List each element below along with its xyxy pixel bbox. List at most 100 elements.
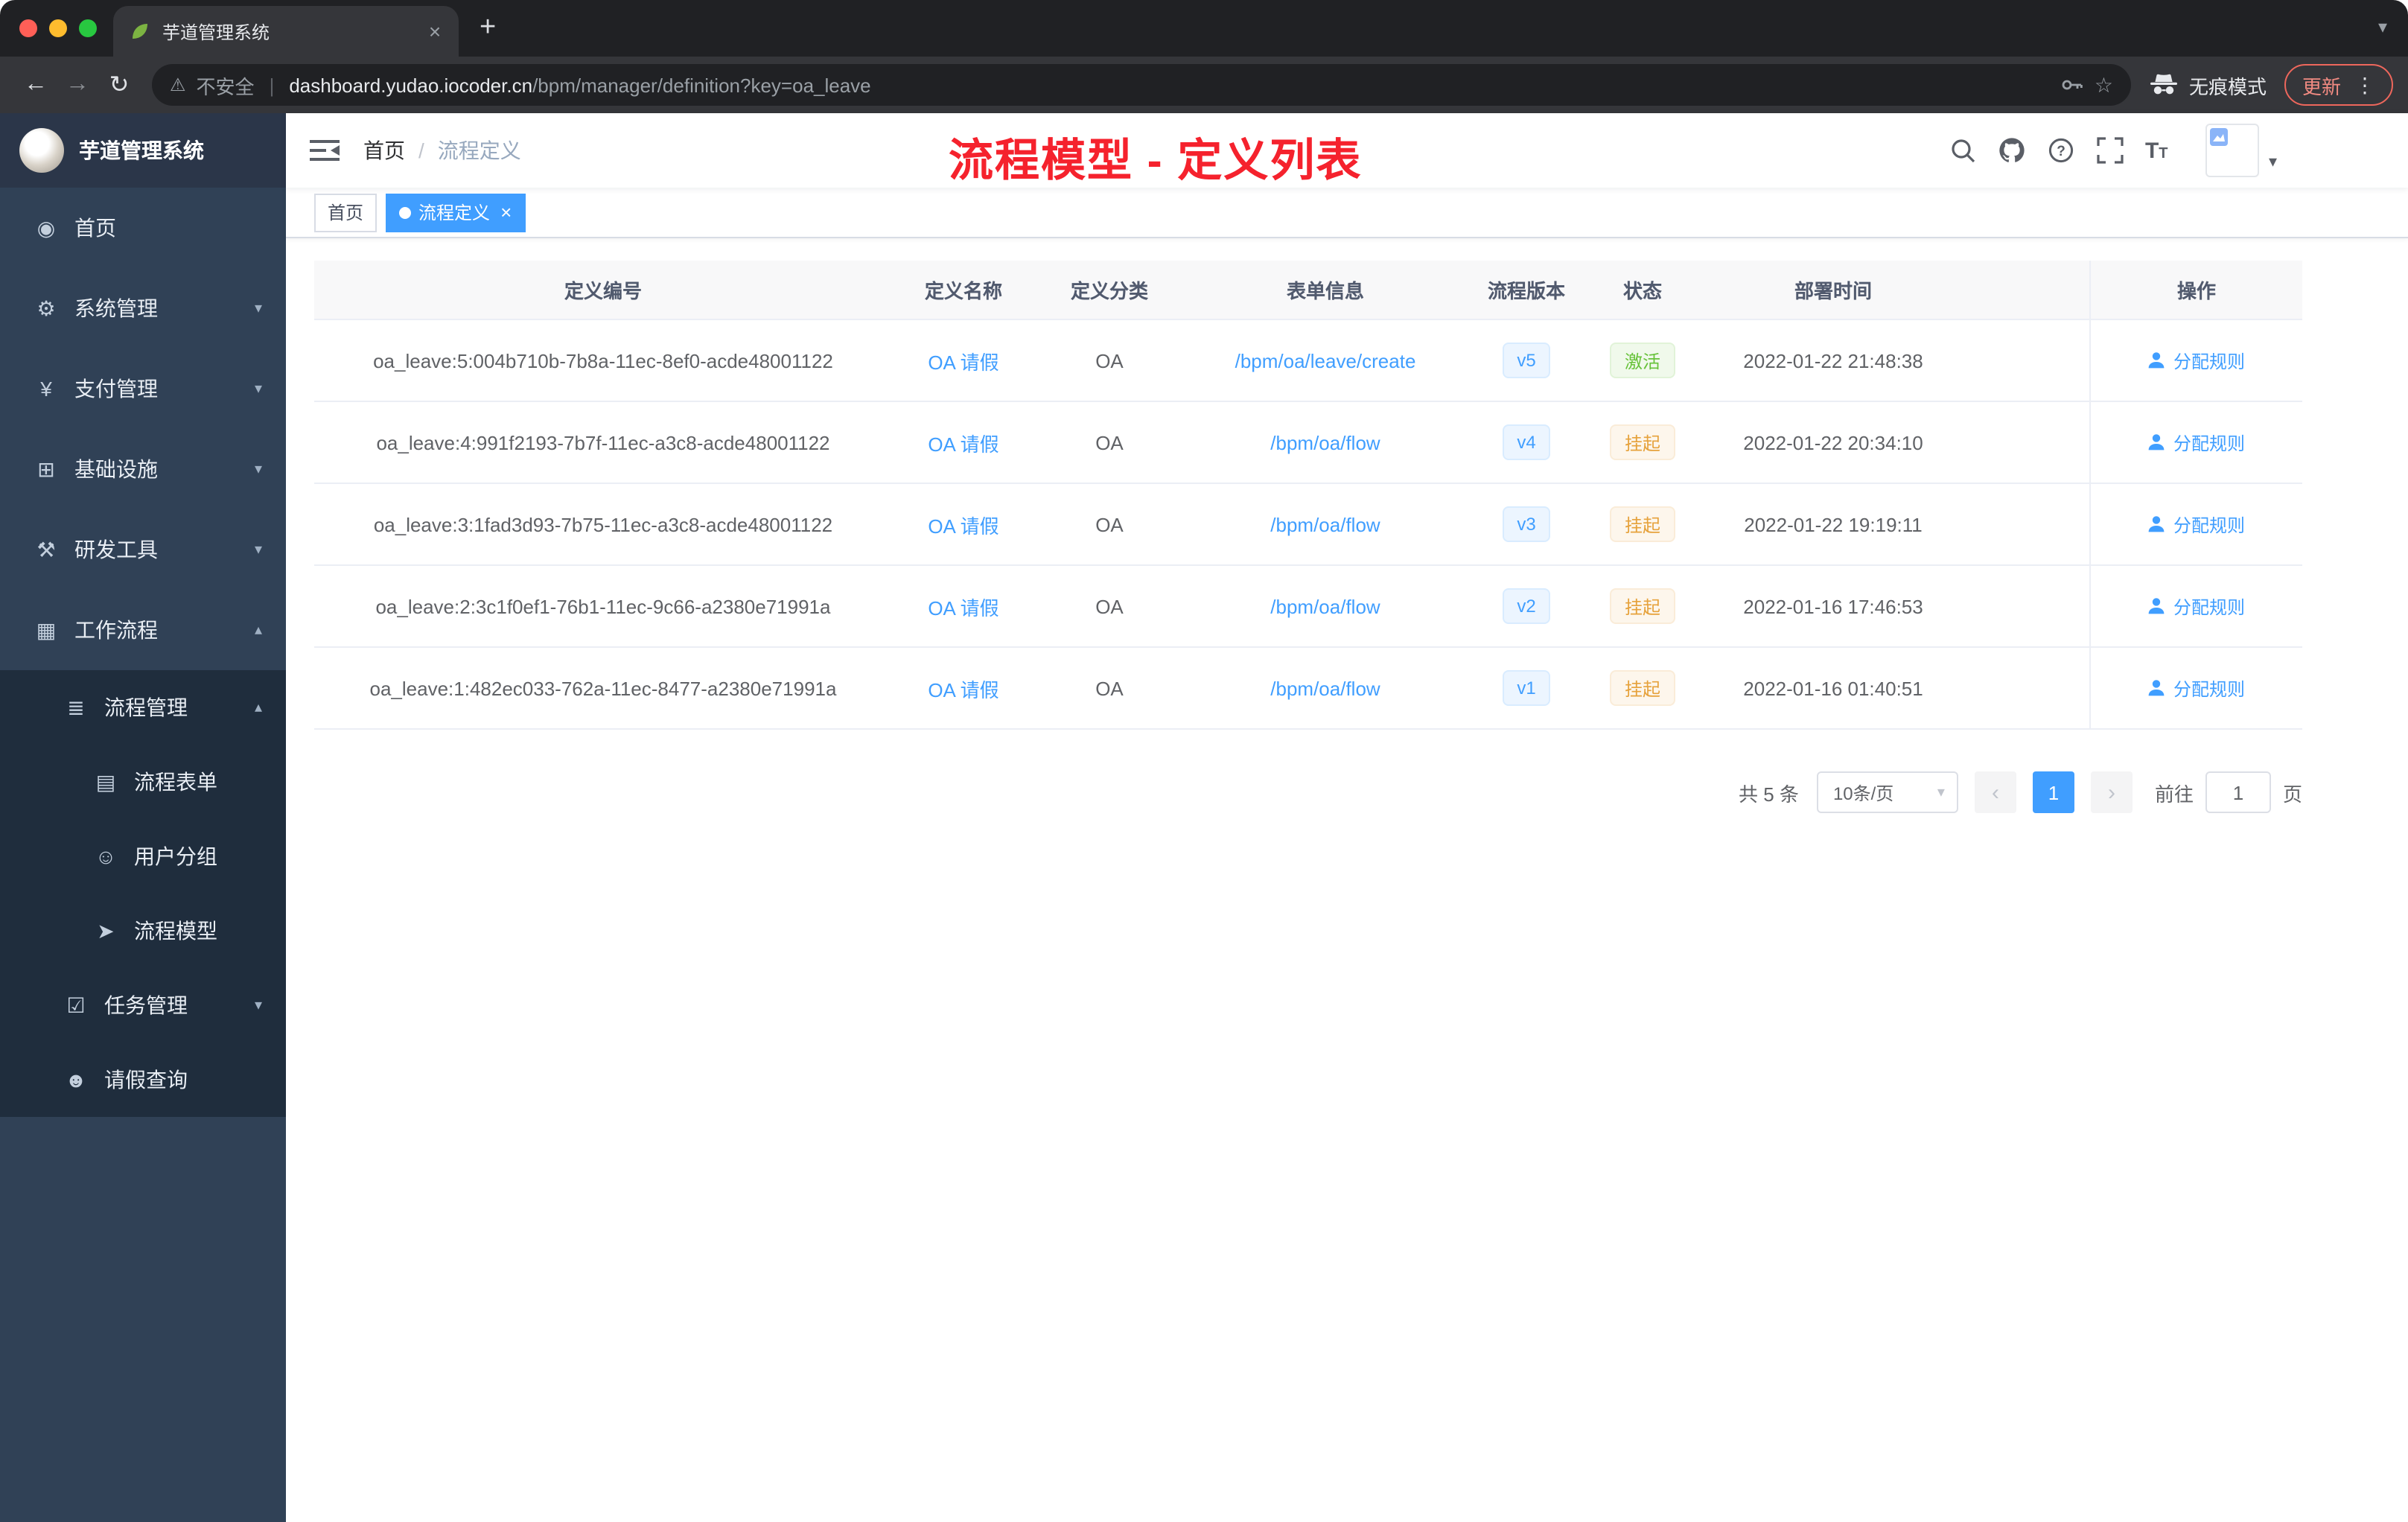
version-tag: v5 [1502, 343, 1551, 378]
avatar[interactable] [2205, 124, 2260, 177]
tags-view-bar: 首页 流程定义 × [286, 188, 2408, 238]
status-tag: 激活 [1609, 343, 1675, 378]
page-size-select[interactable]: 10条/页 ▾ [1816, 771, 1958, 813]
tag-home[interactable]: 首页 [314, 193, 378, 232]
browser-menu-icon[interactable]: ⋮ [2354, 72, 2375, 98]
sidebar-item-process-model[interactable]: ➤ 流程模型 [0, 894, 286, 968]
breadcrumb-home[interactable]: 首页 [363, 136, 405, 165]
sidebar-item-leave-query[interactable]: ☻ 请假查询 [0, 1042, 286, 1117]
new-tab-button[interactable]: + [480, 13, 496, 43]
table-row: oa_leave:5:004b710b-7b8a-11ec-8ef0-acde4… [314, 320, 2302, 402]
definition-name-link[interactable]: OA 请假 [928, 674, 998, 702]
font-size-icon[interactable]: TT [2145, 138, 2181, 163]
assign-rule-link[interactable]: 分配规则 [2148, 512, 2245, 537]
url-path: /bpm/manager/definition?key=oa_leave [532, 74, 871, 96]
page-size-value: 10条/页 [1832, 783, 1894, 803]
form-link[interactable]: /bpm/oa/flow [1270, 431, 1380, 453]
assign-rule-link[interactable]: 分配规则 [2148, 593, 2245, 619]
form-link[interactable]: /bpm/oa/flow [1270, 513, 1380, 535]
sidebar-item-devtools[interactable]: ⚒ 研发工具 ▾ [0, 509, 286, 590]
back-button[interactable]: ← [15, 64, 57, 106]
password-key-icon[interactable] [2060, 73, 2084, 97]
assign-rule-link[interactable]: 分配规则 [2148, 675, 2245, 701]
cell-definition-id: oa_leave:2:3c1f0ef1-76b1-11ec-9c66-a2380… [375, 595, 831, 617]
github-icon[interactable] [1998, 136, 2028, 165]
chevron-up-icon: ▴ [254, 699, 262, 716]
definition-name-link[interactable]: OA 请假 [928, 592, 998, 620]
assign-rule-link[interactable]: 分配规则 [2148, 430, 2245, 455]
definition-name-link[interactable]: OA 请假 [928, 346, 998, 375]
zoom-window-button[interactable] [79, 19, 97, 37]
cell-category: OA [1095, 595, 1124, 617]
browser-update-button[interactable]: 更新 ⋮ [2284, 64, 2393, 106]
sidebar-item-payment-management[interactable]: ¥ 支付管理 ▾ [0, 348, 286, 429]
broken-image-icon [2210, 128, 2229, 146]
tab-close-icon[interactable]: × [423, 19, 447, 43]
fullscreen-icon[interactable] [2096, 136, 2126, 165]
browser-window: 芋道管理系统 × + ▾ ← → ↻ ⚠ 不安全 | dashboard.yud… [0, 0, 2408, 1522]
tab-favicon [133, 24, 147, 39]
breadcrumb-current: 流程定义 [437, 138, 521, 162]
form-link[interactable]: /bpm/oa/leave/create [1235, 349, 1416, 372]
sidebar-item-home[interactable]: ◉ 首页 [0, 188, 286, 268]
column-header-form: 表单信息 [1286, 280, 1364, 302]
avatar-caret-icon[interactable]: ▾ [2269, 151, 2277, 171]
prev-page-button[interactable]: ‹ [1974, 771, 2016, 813]
incognito-icon [2150, 74, 2177, 95]
definition-name-link[interactable]: OA 请假 [928, 510, 998, 538]
page-number-button[interactable]: 1 [2032, 771, 2074, 813]
form-link[interactable]: /bpm/oa/flow [1270, 677, 1380, 699]
close-window-button[interactable] [19, 19, 37, 37]
column-header-name: 定义名称 [924, 280, 1002, 302]
address-bar[interactable]: ⚠ 不安全 | dashboard.yudao.iocoder.cn/bpm/m… [152, 64, 2131, 106]
cell-category: OA [1095, 677, 1124, 699]
sidebar-item-task-management[interactable]: ☑ 任务管理 ▾ [0, 968, 286, 1042]
bookmark-star-icon[interactable]: ☆ [2095, 72, 2113, 98]
sidebar-item-workflow[interactable]: ▦ 工作流程 ▴ [0, 590, 286, 670]
sidebar-item-label: 研发工具 [74, 538, 158, 561]
logo-title: 芋道管理系统 [79, 138, 204, 162]
forward-button[interactable]: → [57, 64, 98, 106]
search-icon[interactable] [1949, 136, 1978, 165]
sidebar-collapse-button[interactable] [310, 136, 340, 165]
tab-search-chevron-icon[interactable]: ▾ [2378, 16, 2387, 37]
app-root: 芋道管理系统 ◉ 首页 ⚙ 系统管理 ▾ ¥ 支付管理 ▾ ⊞ 基础设施 ▾ ⚒… [0, 113, 2408, 1522]
form-link[interactable]: /bpm/oa/flow [1270, 595, 1380, 617]
model-icon: ➤ [97, 918, 115, 942]
sidebar-logo[interactable]: 芋道管理系统 [0, 113, 286, 188]
form-icon: ▤ [95, 769, 116, 793]
reload-button[interactable]: ↻ [98, 64, 140, 106]
cell-definition-id: oa_leave:1:482ec033-762a-11ec-8477-a2380… [369, 677, 837, 699]
sidebar-item-infrastructure[interactable]: ⊞ 基础设施 ▾ [0, 429, 286, 509]
next-page-button[interactable]: › [2090, 771, 2133, 813]
sidebar-item-process-form[interactable]: ▤ 流程表单 [0, 745, 286, 819]
active-tag-dot [399, 206, 412, 218]
status-tag: 挂起 [1609, 670, 1675, 706]
cell-definition-id: oa_leave:5:004b710b-7b8a-11ec-8ef0-acde4… [373, 349, 833, 372]
user-icon [2149, 680, 2165, 696]
tag-close-icon[interactable]: × [500, 203, 512, 222]
logo-avatar [19, 128, 64, 173]
url-text: dashboard.yudao.iocoder.cn/bpm/manager/d… [289, 74, 870, 96]
browser-tab[interactable]: 芋道管理系统 × [113, 6, 459, 57]
url-host: dashboard.yudao.iocoder.cn [289, 74, 533, 96]
omnibox-divider: | [269, 74, 275, 96]
tag-label: 流程定义 [418, 203, 491, 223]
tag-process-definition[interactable]: 流程定义 × [386, 193, 526, 232]
workflow-submenu: ≣ 流程管理 ▴ ▤ 流程表单 ☺ 用户分组 ➤ 流程模型 ☑ 任务管理 ▾ ☻… [0, 670, 286, 1117]
breadcrumb: 首页 / 流程定义 [363, 136, 521, 165]
security-label: 不安全 [196, 75, 255, 98]
sidebar-item-label: 任务管理 [104, 993, 188, 1017]
column-header-version: 流程版本 [1487, 280, 1565, 302]
sidebar-item-system-management[interactable]: ⚙ 系统管理 ▾ [0, 268, 286, 348]
table-row: oa_leave:3:1fad3d93-7b75-11ec-a3c8-acde4… [314, 484, 2302, 566]
sidebar-item-user-group[interactable]: ☺ 用户分组 [0, 819, 286, 894]
help-icon[interactable]: ? [2047, 136, 2077, 165]
assign-rule-link[interactable]: 分配规则 [2148, 348, 2245, 373]
definition-name-link[interactable]: OA 请假 [928, 428, 998, 456]
goto-page-input[interactable] [2205, 771, 2271, 813]
sidebar-item-process-management[interactable]: ≣ 流程管理 ▴ [0, 670, 286, 745]
table-row: oa_leave:4:991f2193-7b7f-11ec-a3c8-acde4… [314, 402, 2302, 484]
minimize-window-button[interactable] [49, 19, 67, 37]
incognito-label: 无痕模式 [2188, 75, 2267, 98]
